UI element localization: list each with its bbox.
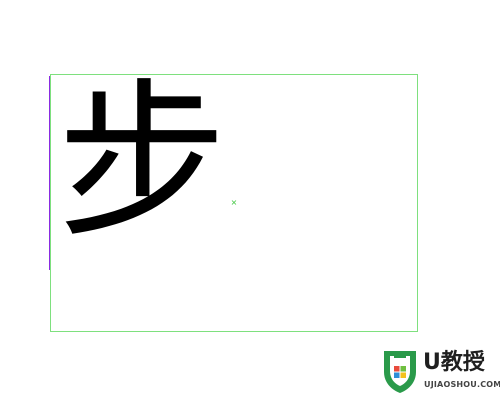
shield-logo-icon: [384, 351, 416, 393]
watermark-title: U教授: [423, 350, 485, 375]
watermark-url: UJIAOSHOU.COM: [424, 380, 500, 389]
text-cursor: [49, 76, 50, 270]
center-point-marker: ×: [230, 198, 238, 207]
large-character[interactable]: 步: [52, 68, 232, 258]
watermark-logo: U教授 UJIAOSHOU.COM: [380, 348, 500, 396]
drawing-canvas[interactable]: 步 ×: [0, 0, 500, 400]
